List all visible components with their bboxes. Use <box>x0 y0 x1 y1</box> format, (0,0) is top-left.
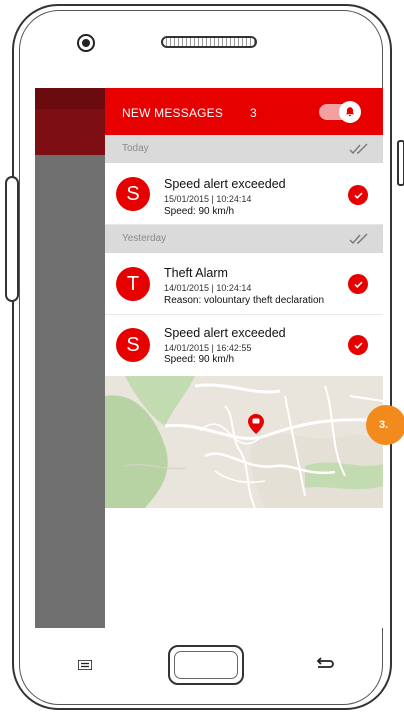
location-map[interactable] <box>105 376 383 508</box>
header-title: NEW MESSAGES <box>122 106 224 120</box>
map-image <box>105 376 383 508</box>
message-detail: Speed: 90 km/h <box>164 354 235 365</box>
message-item[interactable]: S Speed alert exceeded 14/01/2015 | 16:4… <box>105 315 383 376</box>
bell-icon <box>339 101 361 123</box>
section-label: Yesterday <box>122 233 167 244</box>
drawer-header <box>35 88 105 109</box>
menu-icon[interactable] <box>78 660 92 670</box>
section-yesterday: Yesterday <box>105 225 383 253</box>
message-date: 15/01/2015 | 10:24:14 <box>164 194 252 204</box>
home-button[interactable] <box>168 645 244 685</box>
message-date: 14/01/2015 | 16:42:55 <box>164 343 252 353</box>
message-item[interactable]: S Speed alert exceeded 15/01/2015 | 10:2… <box>105 163 383 225</box>
message-avatar: T <box>116 267 150 301</box>
check-icon[interactable] <box>348 185 368 205</box>
map-pin-icon[interactable] <box>248 414 264 434</box>
check-icon[interactable] <box>348 335 368 355</box>
message-title: Speed alert exceeded <box>164 177 286 191</box>
message-date: 14/01/2015 | 10:24:14 <box>164 283 252 293</box>
drawer-item-selected[interactable] <box>35 109 105 155</box>
notifications-toggle[interactable] <box>319 101 361 123</box>
back-icon[interactable] <box>315 656 335 672</box>
message-avatar: S <box>116 177 150 211</box>
check-icon[interactable] <box>348 274 368 294</box>
section-today: Today <box>105 135 383 163</box>
message-count: 3 <box>250 106 257 120</box>
annotation-badge: 3. <box>366 405 404 445</box>
screen: NEW MESSAGES 3 Today S Speed alert excee… <box>35 88 383 628</box>
message-detail: Speed: 90 km/h <box>164 206 235 217</box>
messages-header: NEW MESSAGES 3 <box>105 88 383 135</box>
double-check-icon[interactable] <box>349 143 371 155</box>
message-detail: Reason: volountary theft declaration <box>164 295 325 306</box>
camera-icon <box>77 34 95 52</box>
section-label: Today <box>122 143 149 154</box>
speaker-grille <box>161 36 257 48</box>
navigation-drawer <box>35 88 105 628</box>
volume-button <box>5 176 19 302</box>
message-avatar: S <box>116 328 150 362</box>
messages-panel: NEW MESSAGES 3 Today S Speed alert excee… <box>105 88 383 628</box>
power-button <box>397 140 404 186</box>
message-title: Speed alert exceeded <box>164 326 286 340</box>
message-item[interactable]: T Theft Alarm 14/01/2015 | 10:24:14 Reas… <box>105 253 383 315</box>
message-title: Theft Alarm <box>164 266 228 280</box>
double-check-icon[interactable] <box>349 233 371 245</box>
